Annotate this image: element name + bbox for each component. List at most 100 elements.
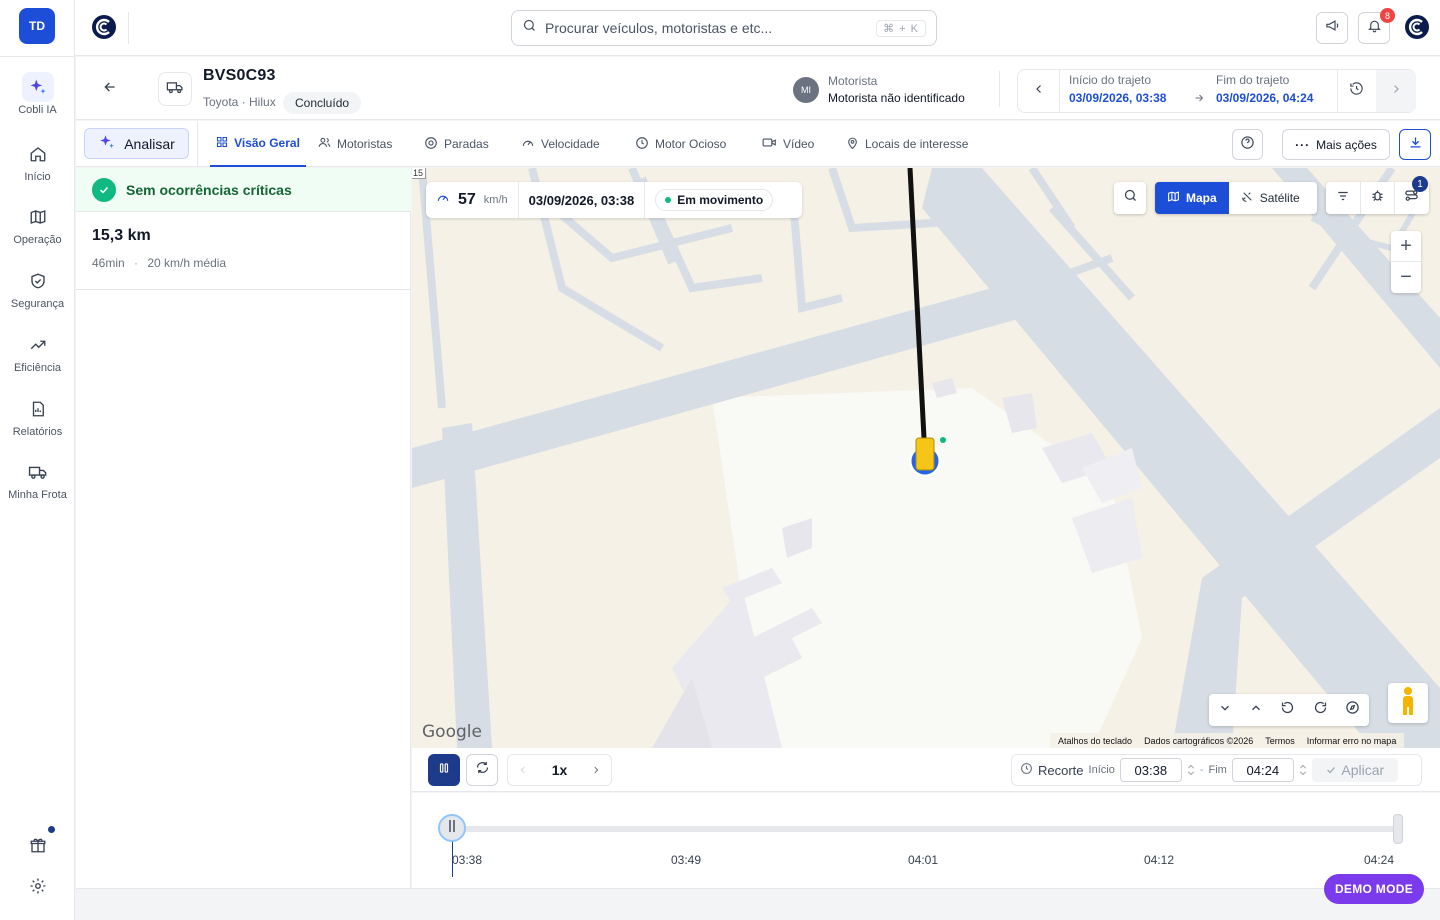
- previous-trip-button[interactable]: [1018, 70, 1060, 112]
- map-tools-group: 1: [1326, 176, 1429, 214]
- tab-label: Motor Ocioso: [655, 137, 727, 151]
- map-type-map[interactable]: Mapa: [1155, 182, 1229, 214]
- tab-video[interactable]: Vídeo: [762, 121, 814, 167]
- tab-motor-ocioso[interactable]: Motor Ocioso: [635, 121, 726, 167]
- video-icon: [762, 136, 777, 152]
- chevron-left-icon: [520, 766, 525, 774]
- compass-button[interactable]: [1345, 700, 1360, 720]
- settings-button[interactable]: [0, 877, 75, 900]
- timeline-tick: 04:01: [908, 853, 939, 867]
- search-icon: [1123, 188, 1138, 208]
- user-avatar[interactable]: TD: [19, 8, 55, 44]
- map-view[interactable]: 15 57 km/h 03/09/2026, 03:38 Em moviment…: [412, 168, 1440, 748]
- map-filter-button[interactable]: [1326, 182, 1360, 214]
- clip-start-input[interactable]: [1119, 758, 1182, 782]
- sidebar-item-seguranca[interactable]: Segurança: [0, 266, 75, 318]
- timeline-end-handle[interactable]: [1393, 814, 1403, 844]
- playback-bar: 1x Recorte Início - Fim Aplicar: [412, 748, 1440, 792]
- announcements-button[interactable]: [1316, 12, 1348, 44]
- trip-status-badge: Concluído: [283, 92, 362, 114]
- tab-paradas[interactable]: Paradas: [424, 121, 489, 167]
- replay-button[interactable]: [466, 754, 498, 786]
- cobli-logo-icon[interactable]: [91, 14, 117, 40]
- clip-range-control: Recorte Início - Fim Aplicar: [1011, 754, 1422, 786]
- sidebar-item-relatorios[interactable]: Relatórios: [0, 394, 75, 446]
- back-button[interactable]: [102, 79, 118, 100]
- home-icon: [22, 139, 54, 169]
- clip-end-stepper[interactable]: [1299, 763, 1307, 777]
- terms-link[interactable]: Termos: [1265, 736, 1295, 746]
- clip-dash: -: [1199, 764, 1204, 776]
- route-shield: 15: [412, 168, 427, 179]
- street-view-button[interactable]: [1388, 683, 1428, 723]
- plus-icon: +: [1400, 234, 1412, 257]
- report-icon: [22, 394, 54, 424]
- help-button[interactable]: [1232, 129, 1263, 160]
- trip-end-value[interactable]: 03/09/2026, 04:24: [1216, 91, 1313, 105]
- tab-label: Locais de interesse: [865, 137, 969, 151]
- refresh-icon: [475, 760, 490, 780]
- sidebar-item-minha-frota[interactable]: Minha Frota: [0, 457, 75, 509]
- map-tiles: [412, 168, 1440, 748]
- zoom-in-button[interactable]: +: [1391, 231, 1421, 262]
- timeline-tick: 04:24: [1364, 853, 1395, 867]
- map-icon: [22, 202, 54, 232]
- check-icon: [1327, 767, 1336, 774]
- analyze-button[interactable]: Analisar: [84, 128, 189, 159]
- map-search-button[interactable]: [1114, 182, 1146, 214]
- report-error-link[interactable]: Informar erro no mapa: [1307, 736, 1397, 746]
- rotate-left-button[interactable]: [1280, 700, 1295, 720]
- map-layers-button[interactable]: 1: [1394, 176, 1428, 214]
- trip-history-button[interactable]: [1337, 70, 1375, 112]
- next-trip-button[interactable]: [1376, 70, 1416, 112]
- more-actions-button[interactable]: ··· Mais ações: [1282, 129, 1390, 160]
- clip-start-stepper[interactable]: [1187, 763, 1195, 777]
- map-type-satellite[interactable]: Satélite: [1229, 182, 1312, 214]
- playback-speed-control: 1x: [507, 754, 612, 786]
- demo-mode-badge[interactable]: DEMO MODE: [1324, 874, 1424, 904]
- pin-icon: [846, 136, 859, 153]
- search-icon: [522, 18, 537, 38]
- status-dot: [665, 197, 672, 203]
- search-input[interactable]: [545, 20, 877, 36]
- tilt-up-button[interactable]: [1249, 701, 1263, 720]
- speed-decrease-button[interactable]: [518, 762, 528, 778]
- tab-visao-geral[interactable]: Visão Geral: [210, 121, 306, 167]
- tilt-down-button[interactable]: [1218, 701, 1232, 720]
- map-type-toggle: Mapa Satélite: [1155, 182, 1317, 214]
- grip-lines: [449, 820, 455, 832]
- sidebar-item-cobli-ia[interactable]: Cobli IA: [0, 72, 75, 124]
- gift-button[interactable]: [0, 826, 75, 859]
- trip-start-value[interactable]: 03/09/2026, 03:38: [1069, 91, 1166, 105]
- tab-motoristas[interactable]: Motoristas: [318, 121, 392, 167]
- global-search[interactable]: ⌘ + K: [511, 10, 937, 46]
- sidebar-item-label: Início: [24, 171, 51, 183]
- notifications-button[interactable]: 8: [1358, 8, 1395, 44]
- sidebar-item-operacao[interactable]: Operação: [0, 202, 75, 254]
- apply-clip-button[interactable]: Aplicar: [1311, 758, 1398, 782]
- speed-increase-button[interactable]: [591, 762, 601, 778]
- timeline-track[interactable]: [452, 826, 1398, 832]
- clip-label: Recorte: [1038, 762, 1084, 778]
- timeline-tick: 03:49: [671, 853, 702, 867]
- pause-button[interactable]: [428, 754, 460, 786]
- satellite-icon: [1241, 190, 1254, 206]
- zoom-out-button[interactable]: −: [1391, 262, 1421, 293]
- sidebar-item-eficiencia[interactable]: Eficiência: [0, 330, 75, 382]
- megaphone-icon: [1325, 18, 1340, 38]
- download-button[interactable]: [1399, 129, 1431, 160]
- sidebar-item-inicio[interactable]: Início: [0, 139, 75, 191]
- camera-controls: [1209, 694, 1369, 726]
- chevron-up-icon: [1187, 764, 1194, 769]
- speed-unit: km/h: [483, 194, 508, 206]
- notifications-badge: 8: [1380, 8, 1395, 23]
- rotate-right-button[interactable]: [1313, 700, 1328, 720]
- clip-end-input[interactable]: [1231, 758, 1294, 782]
- keyboard-shortcuts-link[interactable]: Atalhos do teclado: [1058, 736, 1132, 746]
- map-debug-button[interactable]: [1360, 182, 1394, 214]
- timeline-start-handle[interactable]: [438, 814, 466, 842]
- tab-label: Vídeo: [783, 137, 815, 151]
- tab-velocidade[interactable]: Velocidade: [521, 121, 600, 167]
- account-logo-icon[interactable]: [1404, 14, 1430, 40]
- tab-locais-de-interesse[interactable]: Locais de interesse: [846, 121, 968, 167]
